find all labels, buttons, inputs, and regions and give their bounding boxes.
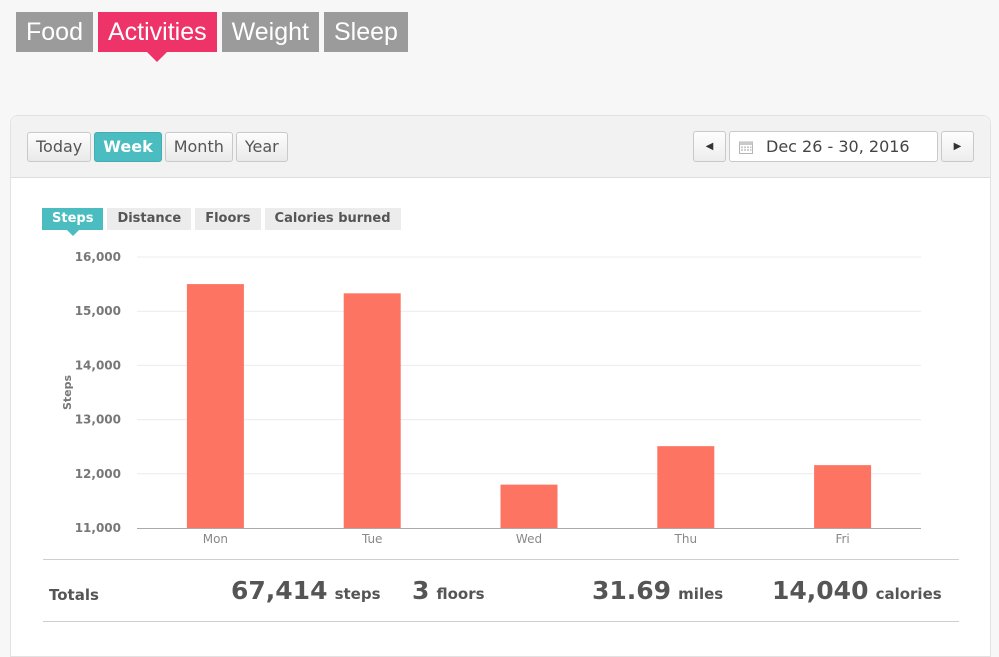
bar — [657, 446, 715, 528]
total-miles-unit: miles — [678, 585, 724, 603]
tab-weight[interactable]: Weight — [221, 12, 319, 52]
total-calories-unit: calories — [875, 585, 942, 603]
totals-divider-bottom — [43, 621, 959, 622]
x-tick-label: Tue — [361, 532, 383, 546]
total-calories: 14,040 calories — [772, 576, 942, 605]
bar — [343, 293, 401, 528]
total-floors-unit: floors — [436, 585, 485, 603]
total-miles-value: 31.69 — [592, 576, 672, 605]
totals-label: Totals — [49, 586, 99, 604]
activities-card: Today Week Month Year ◀ Dec 26 - 30, 201… — [10, 115, 991, 657]
bar — [186, 284, 244, 528]
y-tick-label: 11,000 — [75, 521, 121, 535]
y-axis-label: Steps — [61, 375, 74, 411]
x-tick-label: Mon — [203, 532, 228, 546]
tab-food[interactable]: Food — [16, 12, 93, 52]
total-steps: 67,414 steps — [231, 576, 381, 605]
total-calories-value: 14,040 — [772, 576, 869, 605]
tab-activities[interactable]: Activities — [97, 12, 217, 62]
totals-divider-top — [43, 559, 959, 560]
total-steps-value: 67,414 — [231, 576, 328, 605]
y-tick-label: 14,000 — [75, 358, 121, 372]
y-tick-label: 13,000 — [75, 413, 121, 427]
totals-row: Totals 67,414 steps 3 floors 31.69 miles… — [43, 568, 959, 618]
y-tick-label: 12,000 — [75, 467, 121, 481]
total-floors-value: 3 — [412, 576, 430, 605]
x-tick-label: Fri — [835, 532, 849, 546]
total-miles: 31.69 miles — [592, 576, 723, 605]
y-tick-label: 16,000 — [75, 250, 121, 264]
main-nav: Food Activities Weight Sleep — [16, 12, 408, 62]
tab-sleep[interactable]: Sleep — [323, 12, 408, 52]
bar — [500, 484, 558, 528]
steps-bar-chart: 11,000 12,000 13,000 14,000 15,000 16,000 Mon T… — [61, 250, 921, 546]
bar — [814, 465, 872, 528]
y-tick-label: 15,000 — [75, 304, 121, 318]
total-steps-unit: steps — [334, 585, 381, 603]
x-tick-label: Wed — [516, 532, 542, 546]
total-floors: 3 floors — [412, 576, 485, 605]
x-tick-label: Thu — [674, 532, 698, 546]
